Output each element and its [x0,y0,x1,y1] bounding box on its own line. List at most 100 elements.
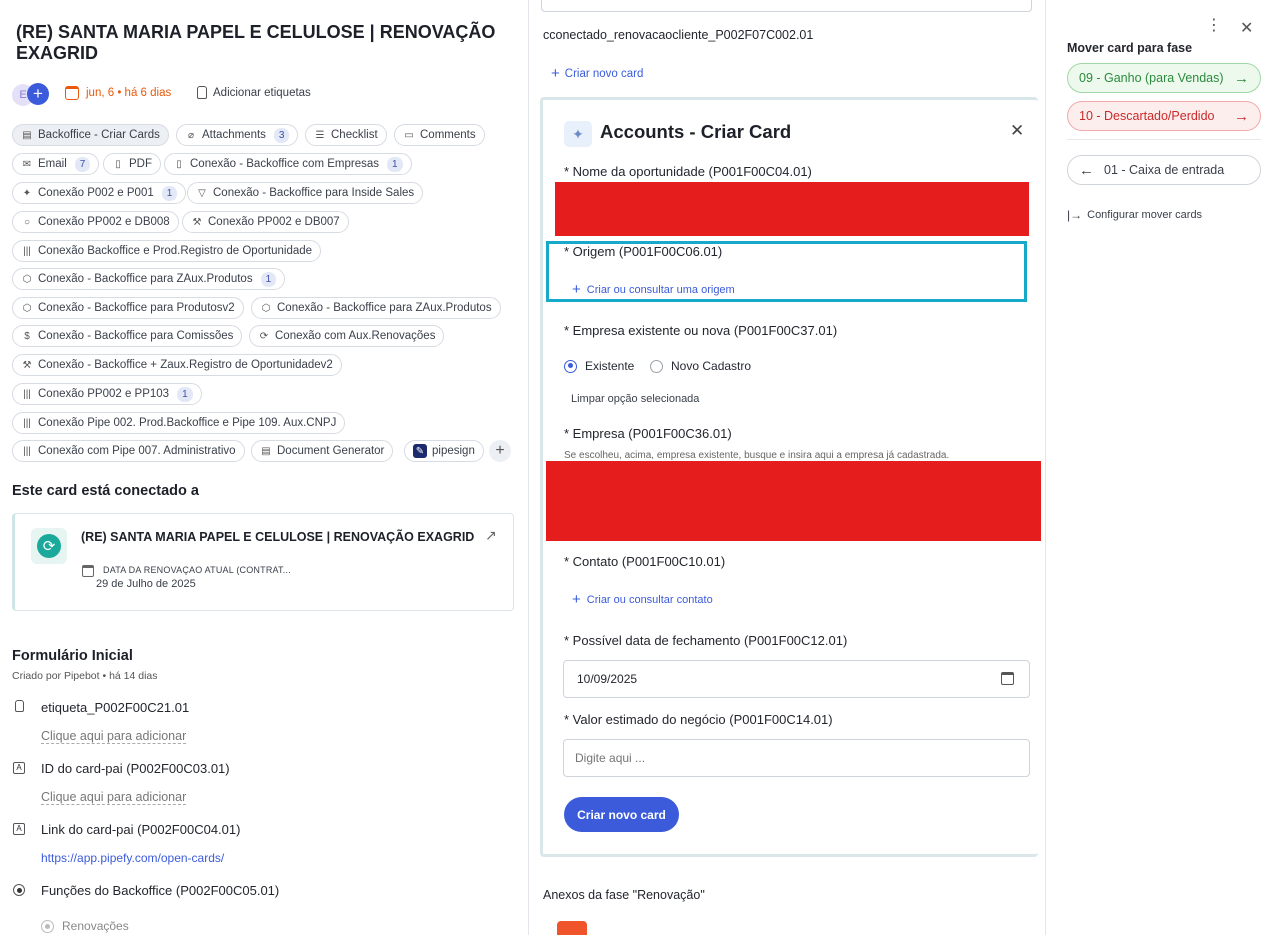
tag-field-icon [15,700,24,712]
chip-label: Conexão - Backoffice para ZAux.Produtos [277,302,492,314]
field-value-etiqueta[interactable]: Clique aqui para adicionar [41,729,187,744]
chip-2[interactable]: ☰ Checklist [305,124,387,146]
phase-won-button[interactable]: 09 - Ganho (para Vendas) → [1067,63,1261,93]
field-origem-label: * Origem (P001F00C06.01) [564,244,723,259]
plus-icon: + [572,591,581,608]
due-date[interactable]: jun, 6 • há 6 dias [65,86,171,100]
phase-inbox-button[interactable]: ← 01 - Caixa de entrada [1067,155,1261,185]
field-value-funcoes: Renovações [62,919,129,933]
connected-heading: Este card está conectado a [12,483,199,499]
handshake-icon: ✦ [564,121,592,147]
chip-label: Attachments [202,129,266,141]
radio-novo-label: Novo Cadastro [671,359,752,373]
field-value-id-card-pai[interactable]: Clique aqui para adicionar [41,790,187,805]
chip-label: Conexão - Backoffice para Comissões [38,330,234,342]
date-input[interactable]: 10/09/2025 [563,660,1030,698]
chip-22[interactable]: ✎ pipesign [404,440,484,462]
chip-7[interactable]: ✦ Conexão P002 e P001 1 [12,182,187,204]
create-new-card-link[interactable]: + Criar novo card [551,65,643,82]
open-external-icon[interactable]: ↗ [485,527,497,544]
chip-12[interactable]: ⬡ Conexão - Backoffice para ZAux.Produtos… [12,268,286,290]
create-contato-link[interactable]: + Criar ou consultar contato [572,591,713,608]
field-contato-label: * Contato (P001F00C10.01) [564,554,726,569]
chip-3[interactable]: ▭ Comments [394,124,485,146]
cube-icon: ⬡ [261,302,271,314]
configure-move-label: Configurar mover cards [1087,209,1203,221]
barcode-icon: ||| [23,245,31,257]
chip-6[interactable]: ▯ Conexão - Backoffice com Empresas 1 [164,153,412,175]
radio-existente-label: Existente [585,359,635,373]
count-badge: 3 [273,127,290,143]
chip-label: Conexão com Aux.Renovações [275,330,436,342]
plus-icon: + [551,65,560,82]
more-options-icon[interactable]: ⋮ [1206,18,1222,34]
chip-4[interactable]: ✉ Email 7 [12,153,100,175]
due-date-text: jun, 6 • há 6 dias [86,87,172,99]
add-tags-button[interactable]: Adicionar etiquetas [197,86,311,99]
comment-icon: ▭ [404,129,414,141]
radio-novo-cadastro[interactable]: Novo Cadastro [650,359,751,373]
configure-move-link[interactable]: |→ Configurar mover cards [1067,208,1202,222]
connected-card[interactable]: ⟳ (RE) SANTA MARIA PAPEL E CELULOSE | RE… [12,513,514,611]
chip-20[interactable]: ||| Conexão com Pipe 007. Administrativo [12,440,245,462]
chip-10[interactable]: ⚒ Conexão PP002 e DB007 [182,211,349,233]
chip-8[interactable]: ▽ Conexão - Backoffice para Inside Sales [187,182,424,204]
field-value-link-card-pai[interactable]: https://app.pipefy.com/open-cards/ [41,851,224,865]
cube-icon: ⬡ [22,302,32,314]
chip-1[interactable]: ⌀ Attachments 3 [176,124,299,146]
close-modal-icon[interactable]: ✕ [1010,121,1024,141]
chip-16[interactable]: ⟳ Conexão com Aux.Renovações [249,325,445,347]
chip-11[interactable]: ||| Conexão Backoffice e Prod.Registro de… [12,240,322,262]
phase-lost-button[interactable]: 10 - Descartado/Perdido → [1067,101,1261,131]
connected-card-title: (RE) SANTA MARIA PAPEL E CELULOSE | RENO… [81,530,475,544]
handshake-icon: ✦ [22,187,32,199]
arrow-right-icon: → [1234,107,1249,125]
calendar-icon[interactable] [1001,672,1014,685]
field-empresa-nova-label: * Empresa existente ou nova (P001F00C37.… [564,323,838,338]
field-data-fechamento-label: * Possível data de fechamento (P001F00C1… [564,633,848,648]
chip-9[interactable]: ○ Conexão PP002 e DB008 [12,211,179,233]
submit-create-card-button[interactable]: Criar novo card [564,797,679,832]
add-assignee-button[interactable]: + [27,83,49,105]
chip-19[interactable]: ||| Conexão Pipe 002. Prod.Backoffice e P… [12,412,346,434]
card-title: (RE) SANTA MARIA PAPEL E CELULOSE | RENO… [16,22,496,63]
close-panel-icon[interactable]: ✕ [1240,18,1253,38]
chip-label: Conexão Pipe 002. Prod.Backoffice e Pipe… [38,417,337,429]
valor-input[interactable] [563,739,1030,777]
date-value: 10/09/2025 [577,672,638,686]
hammer-icon: ⚒ [22,359,32,371]
plus-icon: + [572,281,581,298]
phase-won-label: 09 - Ganho (para Vendas) [1079,71,1224,85]
form-heading: Formulário Inicial [12,648,133,664]
chip-21[interactable]: ▤ Document Generator [251,440,394,462]
add-chip-button[interactable]: + [489,440,511,462]
chip-label: Conexão PP002 e DB007 [208,216,340,228]
clear-selection-link[interactable]: Limpar opção selecionada [571,393,699,405]
chip-14[interactable]: ⬡ Conexão - Backoffice para ZAux.Produtos [251,297,501,319]
phase-lost-label: 10 - Descartado/Perdido [1079,109,1215,123]
chip-17[interactable]: ⚒ Conexão - Backoffice + Zaux.Registro de… [12,354,342,376]
redacted-block [546,461,1041,541]
create-origem-link[interactable]: + Criar ou consultar uma origem [572,281,735,298]
chip-0[interactable]: ▤ Backoffice - Criar Cards [12,124,169,146]
radio-existente[interactable]: Existente [564,359,634,373]
top-input[interactable] [541,0,1032,12]
barcode-icon: ||| [23,445,31,457]
chip-label: Conexão P002 e P001 [38,187,154,199]
attachment-file-icon [557,921,587,935]
chip-label: Document Generator [277,445,385,457]
divider [1045,0,1046,935]
field-label-etiqueta: etiqueta_P002F00C21.01 [41,700,190,715]
document-icon: ▤ [261,445,271,457]
chip-5[interactable]: ▯ PDF [103,153,161,175]
chip-13[interactable]: ⬡ Conexão - Backoffice para Produtosv2 [12,297,244,319]
add-tags-label: Adicionar etiquetas [213,86,311,99]
field-label-link-card-pai: Link do card-pai (P002F00C04.01) [41,822,241,837]
chip-18[interactable]: ||| Conexão PP002 e PP103 1 [12,383,202,405]
arrow-left-icon: ← [1079,161,1094,179]
count-badge: 1 [161,185,178,201]
chip-15[interactable]: $ Conexão - Backoffice para Comissões [12,325,243,347]
count-badge: 7 [74,156,91,172]
database-icon: ▯ [176,158,182,170]
chip-label: Comments [420,129,476,141]
